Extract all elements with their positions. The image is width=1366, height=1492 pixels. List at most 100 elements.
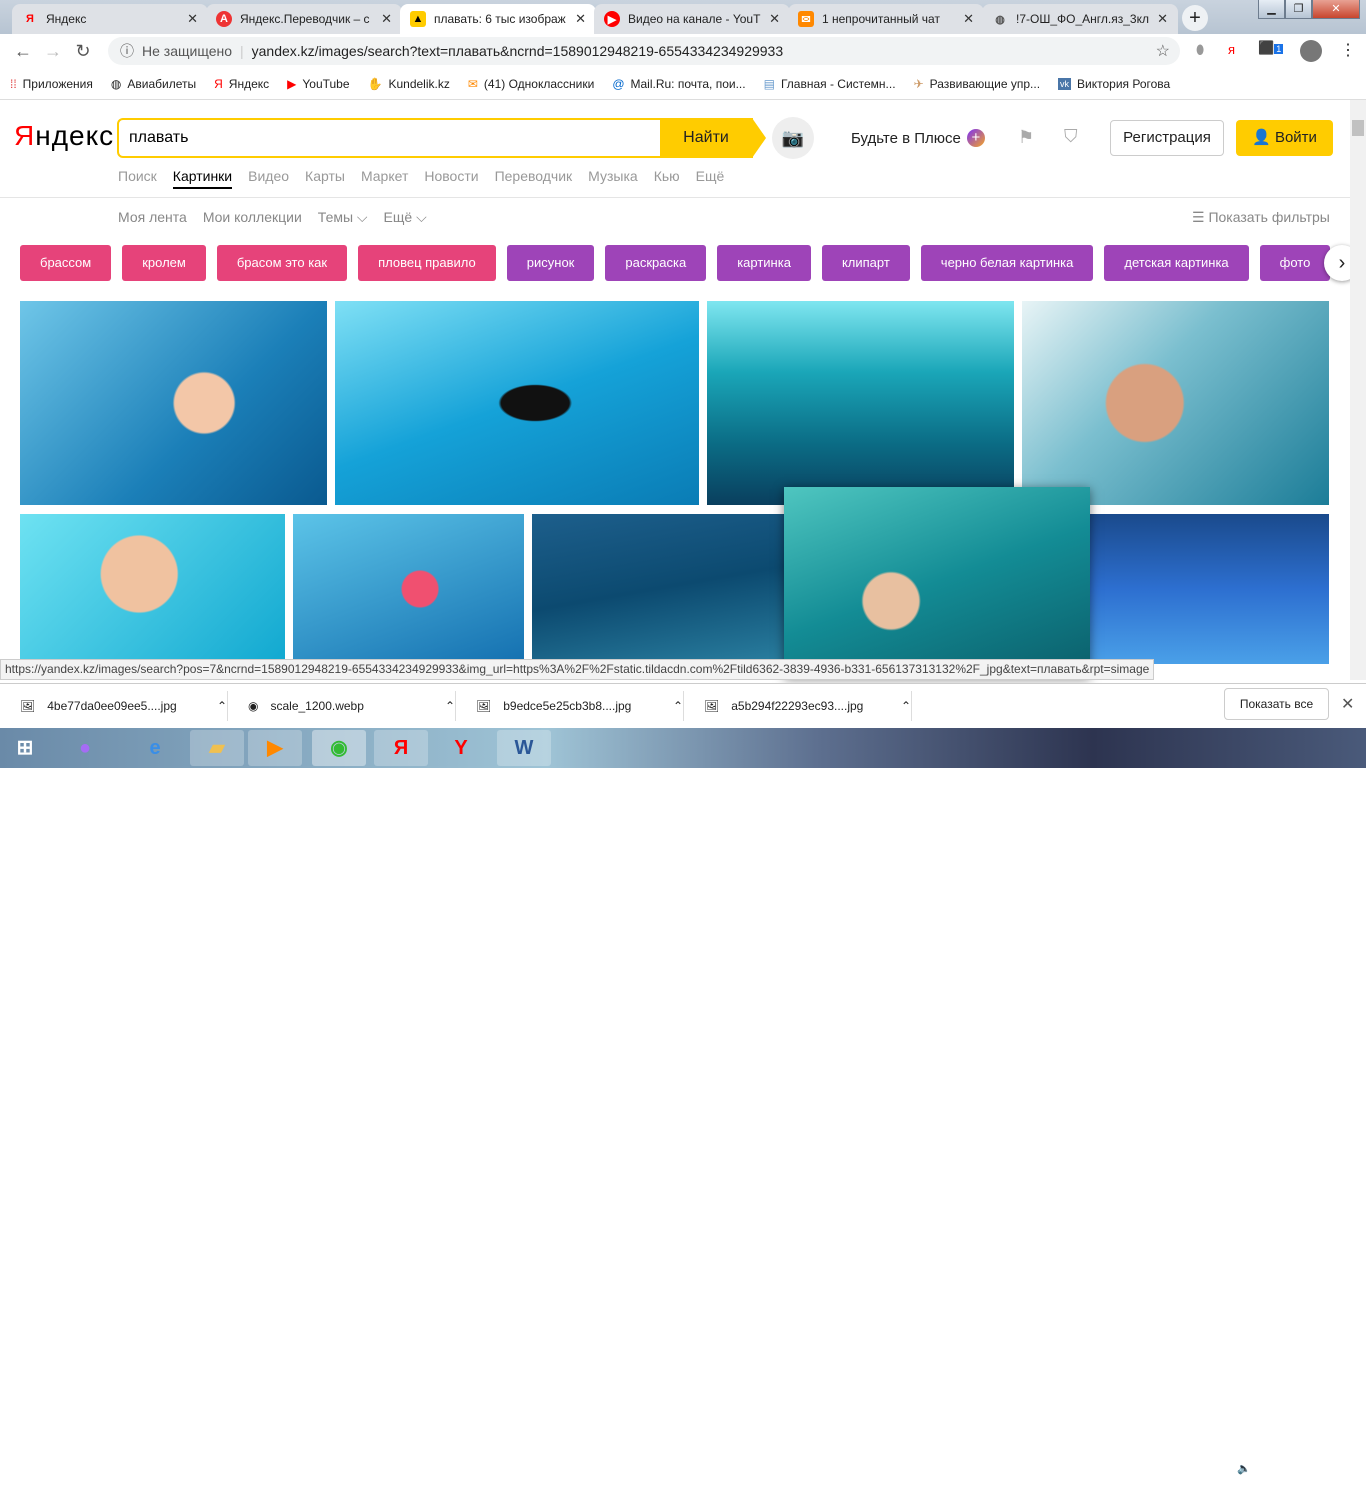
scrollbar[interactable] [1350,100,1366,680]
service-translate[interactable]: Переводчик [495,168,573,189]
media-player-icon[interactable]: ▶ [248,730,302,766]
login-button[interactable]: 👤 Войти [1236,120,1333,156]
close-downloads-icon[interactable]: ✕ [1341,694,1354,714]
tab-yandex[interactable]: Я Яндекс ✕ [12,4,208,34]
tag-chip[interactable]: брассом [20,245,112,281]
download-item[interactable]: ◉ scale_1200.webp ⌃ [228,690,456,721]
chevron-up-icon[interactable]: ⌃ [901,699,911,713]
image-result-hovered[interactable] [784,487,1090,677]
profile-avatar[interactable] [1300,40,1322,62]
minimize-button[interactable]: ▁ [1258,0,1285,19]
flag-icon[interactable]: ⚑ [1166,1462,1176,1475]
language-indicator[interactable]: RU [1125,1463,1141,1475]
url-text[interactable]: yandex.kz/images/search?text=плавать&ncr… [252,43,784,59]
image-result[interactable] [532,514,784,664]
bookmark[interactable]: ✉ (41) Одноклассники [468,77,594,91]
chrome-icon[interactable]: ◉ [312,730,366,766]
yandex-extension-icon[interactable]: я [1228,42,1235,57]
bookmark[interactable]: @ Mail.Ru: почта, пои... [612,77,745,91]
explorer-icon[interactable]: ▰ [190,730,244,766]
word-icon[interactable]: W [497,730,551,766]
image-result[interactable] [1090,514,1329,664]
new-tab-button[interactable]: + [1182,5,1208,31]
image-result[interactable] [293,514,524,664]
themes-dropdown[interactable]: Темы ⌵ [318,209,368,226]
tab-images[interactable]: ▲ плавать: 6 тыс изображ ✕ [400,4,596,34]
tab-youtube[interactable]: ▶ Видео на канале - YouT ✕ [594,4,790,34]
close-tab-icon[interactable]: ✕ [187,11,198,27]
image-result[interactable] [707,301,1014,505]
tag-chip[interactable]: черно белая картинка [920,245,1094,281]
tag-chip[interactable]: детская картинка [1104,245,1249,281]
tag-chip[interactable]: брасом это как [216,245,348,281]
download-item[interactable]: 🖼 a5b294f22293ec93....jpg ⌃ [684,690,912,721]
image-result[interactable] [335,301,699,505]
service-search[interactable]: Поиск [118,168,157,189]
yandex-logo[interactable]: Яндекс [14,120,114,152]
forward-icon[interactable]: → [38,41,68,62]
bookmark[interactable]: vk Виктория Рогова [1058,77,1170,91]
bookmark[interactable]: ▶ YouTube [287,77,349,91]
close-window-button[interactable]: ✕ [1312,0,1360,19]
clock[interactable]: 0:53 10.05.2020 [1305,1460,1360,1492]
service-maps[interactable]: Карты [305,168,345,189]
tag-chip[interactable]: фото [1259,245,1331,281]
download-item[interactable]: 🖼 b9edce5e25cb3b8....jpg ⌃ [456,690,684,721]
tag-chip[interactable]: клипарт [821,245,910,281]
bookmark[interactable]: ▤ Главная - Системн... [764,77,896,91]
image-result[interactable] [20,514,285,664]
bookmark[interactable]: ✋ Kundelik.kz [368,77,450,91]
service-music[interactable]: Музыка [588,168,638,189]
bookmark[interactable]: ◍ Авиабилеты [111,77,196,91]
camera-search-icon[interactable]: 📷 [772,117,814,159]
star-icon[interactable]: ☆ [1156,41,1170,61]
signal-icon[interactable]: ▂▄▆ [1202,1462,1227,1475]
search-input[interactable] [129,129,721,147]
show-filters-button[interactable]: ☰ Показать фильтры [1192,209,1330,226]
bookmark[interactable]: ✈ Развивающие упр... [914,77,1040,91]
service-images[interactable]: Картинки [172,168,233,189]
download-item[interactable]: 🖼 4be77da0ee09ee5....jpg ⌃ [0,690,228,721]
tray-expand-icon[interactable]: ▴ [1151,1462,1157,1475]
volume-icon[interactable]: 🔈 [1237,1462,1251,1475]
maximize-button[interactable]: ❐ [1285,0,1312,19]
service-q[interactable]: Кью [654,168,680,189]
start-button[interactable]: ⊞ [0,730,50,766]
register-button[interactable]: Регистрация [1110,120,1224,156]
close-tab-icon[interactable]: ✕ [963,11,974,27]
close-tab-icon[interactable]: ✕ [381,11,392,27]
reload-icon[interactable]: ↻ [68,41,98,62]
extension-icon[interactable]: ⬛ 1 [1258,40,1284,56]
chevron-up-icon[interactable]: ⌃ [673,699,683,713]
tab-doc[interactable]: ◍ !7-ОШ_ФО_Англ.яз_3кл ✕ [982,4,1178,34]
tab-translator[interactable]: A Яндекс.Переводчик – с ✕ [206,4,402,34]
close-tab-icon[interactable]: ✕ [575,11,586,27]
scrollbar-thumb[interactable] [1352,120,1364,136]
image-result[interactable] [1022,301,1329,505]
image-result[interactable] [20,301,327,505]
info-icon[interactable]: ⓘ [120,41,134,61]
ie-icon[interactable]: e [128,730,182,766]
my-collections-link[interactable]: Мои коллекции [203,209,302,226]
service-news[interactable]: Новости [424,168,478,189]
chevron-up-icon[interactable]: ⌃ [445,699,455,713]
close-tab-icon[interactable]: ✕ [1157,11,1168,27]
more-dropdown[interactable]: Ещё ⌵ [384,209,427,226]
tag-chip[interactable]: раскраска [605,245,707,281]
tag-chip[interactable]: картинка [717,245,811,281]
alice-icon[interactable]: ● [58,730,112,766]
yandex-taskbar-icon[interactable]: Я [374,730,428,766]
bookmark-apps[interactable]: ⁞⁞ Приложения [10,77,93,91]
shield-extension-icon[interactable]: ⬮ [1196,42,1204,58]
yandex-browser-icon[interactable]: Y [434,730,488,766]
my-feed-link[interactable]: Моя лента [118,209,187,226]
tab-mail[interactable]: ✉ 1 непрочитанный чат ✕ [788,4,984,34]
service-market[interactable]: Маркет [361,168,408,189]
collections-icon[interactable]: ⚑ [1018,127,1034,148]
menu-icon[interactable]: ⋮ [1340,40,1356,60]
close-tab-icon[interactable]: ✕ [769,11,780,27]
show-all-downloads-button[interactable]: Показать все [1224,688,1329,720]
back-icon[interactable]: ← [8,41,38,62]
security-label[interactable]: Не защищено [142,43,232,59]
tag-chip[interactable]: рисунок [506,245,595,281]
